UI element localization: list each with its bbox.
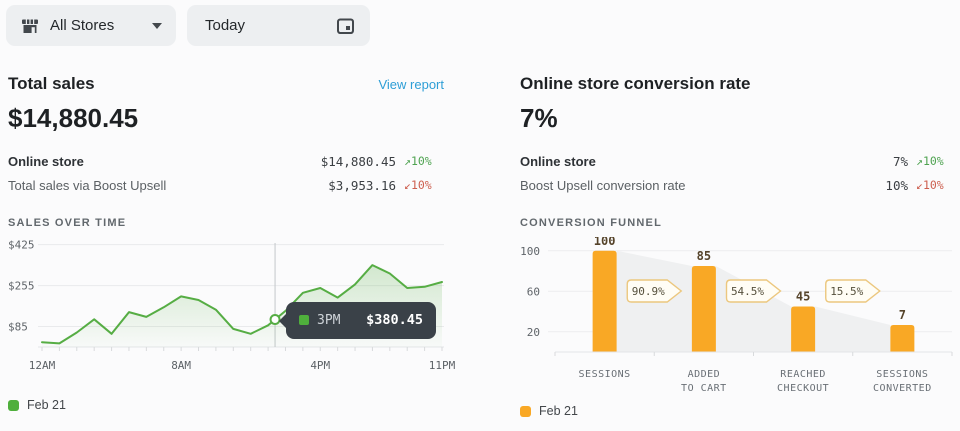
conversion-rate-value: 7% — [520, 103, 956, 134]
chevron-down-icon — [152, 23, 162, 29]
metric-label: Online store — [520, 154, 596, 169]
storefront-icon — [20, 16, 40, 36]
x-axis-tick-label: 11PM — [429, 359, 456, 372]
x-axis-tick-label: 12AM — [29, 359, 56, 372]
legend-label: Feb 21 — [27, 398, 66, 412]
date-selector-button[interactable]: Today — [187, 5, 370, 46]
sales-over-time-label: SALES OVER TIME — [8, 217, 444, 231]
funnel-bar — [593, 251, 617, 352]
metric-value: $14,880.45 — [321, 154, 396, 169]
conversion-funnel-label: CONVERSION FUNNEL — [520, 217, 956, 231]
metric-row-boost-upsell: Total sales via Boost Upsell $3,953.16 ↙… — [8, 173, 444, 197]
funnel-bar — [890, 325, 914, 352]
funnel-bar — [791, 306, 815, 352]
bar-value-label: 7 — [899, 308, 906, 322]
metric-row-online-store: Online store 7% ↗10% — [520, 149, 956, 173]
funnel-bar — [692, 266, 716, 352]
tooltip-series-swatch — [299, 315, 309, 325]
dashboard-panels: Total sales View report $14,880.45 Onlin… — [8, 74, 952, 418]
arrow-down-icon: ↙ — [404, 178, 411, 192]
funnel-category-label: SESSIONSCONVERTED — [853, 368, 952, 396]
delta-badge: ↙10% — [404, 178, 444, 192]
funnel-legend: Feb 21 — [520, 404, 956, 418]
sales-legend: Feb 21 — [8, 398, 444, 412]
arrow-down-icon: ↙ — [916, 178, 923, 192]
delta-badge: ↙10% — [916, 178, 956, 192]
y-axis-tick-label: $85 — [8, 321, 28, 334]
funnel-x-axis-labels: SESSIONSADDEDTO CARTREACHEDCHECKOUTSESSI… — [555, 368, 952, 396]
metric-row-boost-upsell: Boost Upsell conversion rate 10% ↙10% — [520, 173, 956, 197]
funnel-category-label: REACHEDCHECKOUT — [754, 368, 853, 396]
bar-value-label: 85 — [697, 249, 711, 263]
total-sales-panel: Total sales View report $14,880.45 Onlin… — [8, 74, 444, 418]
tooltip-value: $380.45 — [366, 312, 423, 328]
legend-swatch-amber — [520, 406, 531, 417]
funnel-chart-svg: 100 60 20 100 85 45 7 90.9% 54.5% 15.5% — [520, 237, 956, 358]
total-sales-breakdown: Online store $14,880.45 ↗10% Total sales… — [8, 149, 444, 197]
bar-value-label: 100 — [594, 237, 616, 248]
conversion-funnel-chart[interactable]: 100 60 20 100 85 45 7 90.9% 54.5% 15.5% — [520, 237, 956, 363]
arrow-up-icon: ↗ — [916, 154, 923, 168]
metric-label: Online store — [8, 154, 84, 169]
sales-over-time-chart[interactable]: $425 $255 $85 3PM $380.45 — [8, 237, 444, 358]
conversion-badge-label: 90.9% — [632, 285, 665, 298]
delta-badge: ↗10% — [404, 154, 444, 168]
store-selector-button[interactable]: All Stores — [6, 5, 176, 46]
funnel-category-label: SESSIONS — [555, 368, 654, 396]
conversion-rate-panel: Online store conversion rate 7% Online s… — [520, 74, 956, 418]
conversion-breakdown: Online store 7% ↗10% Boost Upsell conver… — [520, 149, 956, 197]
date-selector-label: Today — [205, 17, 245, 34]
y-axis-tick-label: $255 — [8, 280, 35, 293]
delta-value: 10% — [411, 154, 432, 168]
funnel-category-label: ADDEDTO CART — [654, 368, 753, 396]
metric-label: Boost Upsell conversion rate — [520, 178, 685, 193]
conversion-badge-label: 15.5% — [830, 285, 863, 298]
metric-label: Total sales via Boost Upsell — [8, 178, 166, 193]
arrow-up-icon: ↗ — [404, 154, 411, 168]
topbar: All Stores Today — [0, 0, 960, 46]
y-axis-tick-label: 100 — [520, 245, 540, 258]
metric-value: 10% — [885, 178, 908, 193]
delta-value: 10% — [411, 178, 432, 192]
conversion-badge-label: 54.5% — [731, 285, 764, 298]
store-selector-label: All Stores — [50, 17, 114, 34]
legend-swatch-green — [8, 400, 19, 411]
tooltip-time: 3PM — [317, 313, 340, 328]
conversion-rate-header: Online store conversion rate — [520, 74, 956, 94]
metric-row-online-store: Online store $14,880.45 ↗10% — [8, 149, 444, 173]
delta-value: 10% — [923, 154, 944, 168]
metric-value: $3,953.16 — [328, 178, 396, 193]
legend-label: Feb 21 — [539, 404, 578, 418]
y-axis-tick-label: 20 — [527, 326, 540, 339]
total-sales-value: $14,880.45 — [8, 103, 444, 134]
x-axis-tick-label: 8AM — [171, 359, 191, 372]
calendar-icon — [335, 15, 356, 36]
total-sales-header: Total sales View report — [8, 74, 444, 94]
y-axis-tick-label: $425 — [8, 239, 35, 252]
metric-value: 7% — [893, 154, 908, 169]
chart-tooltip: 3PM $380.45 — [286, 302, 436, 339]
bar-value-label: 45 — [796, 289, 810, 303]
delta-value: 10% — [923, 178, 944, 192]
delta-badge: ↗10% — [916, 154, 956, 168]
sales-x-axis-labels: 12AM8AM4PM11PM — [8, 358, 444, 374]
x-axis-tick-label: 4PM — [310, 359, 330, 372]
view-report-link[interactable]: View report — [378, 77, 444, 92]
total-sales-title: Total sales — [8, 74, 95, 94]
y-axis-tick-label: 60 — [527, 285, 540, 298]
conversion-rate-title: Online store conversion rate — [520, 74, 751, 94]
